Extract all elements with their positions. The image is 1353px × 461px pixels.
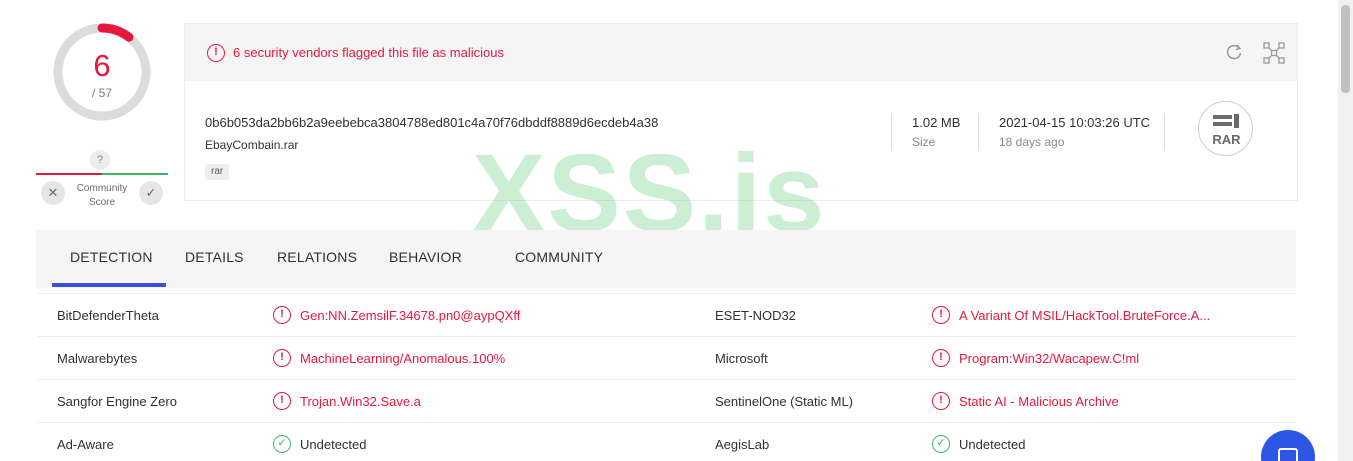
detection-result: Undetected	[300, 437, 367, 452]
file-type-badge: RAR	[1198, 101, 1253, 156]
file-type-tag[interactable]: rar	[205, 164, 230, 180]
detections-table: BitDefenderTheta ! Gen:NN.ZemsilF.34678.…	[38, 293, 1296, 461]
community-label-line2: Score	[88, 197, 116, 208]
tab-details[interactable]: DETAILS	[185, 249, 244, 265]
file-type-label: RAR	[1212, 132, 1241, 147]
community-score: ? ✕ Community Score ✓	[36, 150, 168, 212]
detection-result: A Variant Of MSIL/HackTool.BruteForce.A.…	[959, 308, 1211, 323]
table-row: BitDefenderTheta ! Gen:NN.ZemsilF.34678.…	[38, 294, 1296, 337]
detection-result: MachineLearning/Anomalous.100%	[300, 351, 506, 366]
community-score-label: Community Score	[68, 182, 136, 210]
chat-icon	[1278, 448, 1298, 461]
alert-circle-icon: !	[932, 306, 950, 324]
alert-circle-icon: !	[273, 349, 291, 367]
alert-message: 6 security vendors flagged this file as …	[233, 45, 504, 60]
active-tab-indicator	[52, 283, 166, 287]
divider	[891, 113, 892, 151]
detection-score-gauge: 6 / 57	[52, 22, 152, 122]
alert-circle-icon: !	[932, 392, 950, 410]
check-circle-icon: ✓	[932, 435, 950, 453]
detection-result: Static AI - Malicious Archive	[959, 394, 1119, 409]
engine-name: Microsoft	[715, 351, 768, 366]
engine-name: SentinelOne (Static ML)	[715, 394, 854, 409]
engine-name: Ad-Aware	[57, 437, 114, 452]
community-label-line1: Community	[76, 183, 128, 194]
table-row: Sangfor Engine Zero ! Trojan.Win32.Save.…	[38, 380, 1296, 423]
refresh-icon[interactable]	[1223, 42, 1245, 64]
engine-total: / 57	[91, 86, 112, 100]
table-row: Malwarebytes ! MachineLearning/Anomalous…	[38, 337, 1296, 380]
vote-harmful-button[interactable]: ✕	[41, 181, 65, 205]
detection-result: Trojan.Win32.Save.a	[300, 394, 421, 409]
detection-result: Undetected	[959, 437, 1026, 452]
scrollbar-thumb[interactable]	[1341, 5, 1350, 93]
detection-result: Gen:NN.ZemsilF.34678.pn0@aypQXff	[300, 308, 521, 323]
engine-name: Sangfor Engine Zero	[57, 394, 177, 409]
tab-detection[interactable]: DETECTION	[70, 249, 153, 265]
community-score-bar	[36, 173, 168, 175]
file-hash[interactable]: 0b6b053da2bb6b2a9eebebca3804788ed801c4a7…	[205, 115, 658, 130]
last-analysis-date: 2021-04-15 10:03:26 UTC	[999, 115, 1151, 130]
detection-result: Program:Win32/Wacapew.C!ml	[959, 351, 1140, 366]
file-size-label: Size	[912, 135, 936, 149]
file-name: EbayCombain.rar	[205, 138, 299, 152]
unknown-score-icon: ?	[90, 150, 110, 170]
archive-icon	[1213, 114, 1239, 128]
alert-circle-icon: !	[273, 306, 291, 324]
tab-behavior[interactable]: BEHAVIOR	[389, 249, 462, 265]
file-summary-card: ! 6 security vendors flagged this file a…	[184, 23, 1298, 201]
alert-circle-icon: !	[207, 44, 225, 62]
tab-relations[interactable]: RELATIONS	[277, 249, 357, 265]
malicious-alert-bar: ! 6 security vendors flagged this file a…	[185, 24, 1297, 81]
engine-name: AegisLab	[715, 437, 770, 452]
engine-name: ESET-NOD32	[715, 308, 796, 323]
check-circle-icon: ✓	[273, 435, 291, 453]
divider	[1164, 113, 1165, 151]
divider	[978, 113, 979, 151]
engine-name: Malwarebytes	[57, 351, 138, 366]
vote-harmless-button[interactable]: ✓	[139, 181, 163, 205]
alert-circle-icon: !	[273, 392, 291, 410]
engine-name: BitDefenderTheta	[57, 308, 159, 323]
detected-count: 6	[93, 48, 111, 83]
alert-circle-icon: !	[932, 349, 950, 367]
last-analysis-relative: 18 days ago	[999, 135, 1065, 149]
graph-icon[interactable]	[1263, 42, 1285, 64]
report-tabs: DETECTION DETAILS RELATIONS BEHAVIOR COM…	[36, 230, 1296, 288]
tab-community[interactable]: COMMUNITY	[515, 249, 603, 265]
file-size-value: 1.02 MB	[912, 115, 961, 130]
table-row: Ad-Aware ✓ Undetected AegisLab ✓ Undetec…	[38, 423, 1296, 461]
